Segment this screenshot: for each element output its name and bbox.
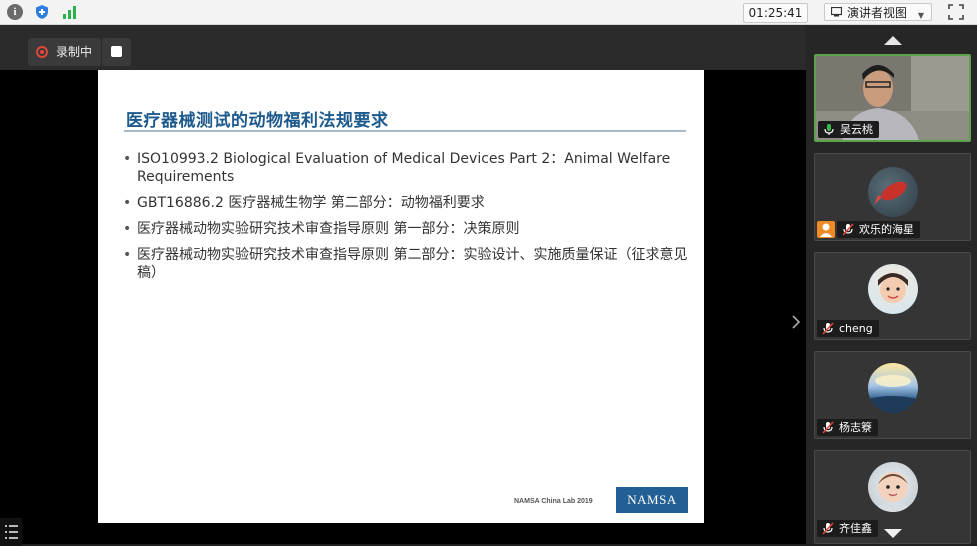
presenter-view-icon — [831, 7, 842, 17]
recording-indicator[interactable]: 录制中 — [28, 38, 101, 66]
avatar-badge — [817, 221, 835, 238]
bullet-item: 医疗器械动物实验研究技术审查指导原则 第二部分：实验设计、实施质量保证（征求意见… — [122, 246, 692, 282]
participant-name: cheng — [839, 322, 873, 335]
top-toolbar: i 01:25:41 演讲者视图 ▼ — [0, 0, 977, 25]
shared-screen-stage: 录制中 医疗器械测试的动物福利法规要求 ISO10993.2 Biologica… — [0, 25, 806, 546]
recording-label: 录制中 — [56, 45, 93, 59]
presentation-slide: 医疗器械测试的动物福利法规要求 ISO10993.2 Biological Ev… — [98, 70, 704, 523]
mic-muted-icon — [822, 421, 834, 434]
participant-tile[interactable]: 杨志簝 — [814, 351, 971, 439]
participant-name-tag: 杨志簝 — [817, 419, 878, 436]
list-menu-icon[interactable] — [0, 518, 22, 546]
baby-avatar-icon — [878, 472, 908, 512]
participant-tile[interactable]: 吴云桃 — [814, 54, 971, 142]
mic-muted-icon — [822, 322, 834, 335]
participant-name-tag: 齐佳鑫 — [817, 520, 878, 537]
stop-icon — [111, 46, 122, 57]
person-avatar-icon — [878, 273, 908, 303]
meeting-timer: 01:25:41 — [743, 3, 808, 23]
shield-icon[interactable] — [34, 4, 50, 20]
participant-name: 吴云桃 — [840, 123, 873, 136]
user-icon — [820, 223, 832, 237]
fish-avatar-icon — [874, 181, 907, 205]
signal-strength-icon[interactable] — [62, 4, 78, 20]
slide-footer: NAMSA China Lab 2019 — [514, 498, 593, 505]
mic-muted-icon — [842, 223, 854, 236]
participant-tile[interactable]: cheng — [814, 252, 971, 340]
participant-sidebar: 吴云桃 欢乐的海星 cheng 杨志簝 齐佳鑫 — [806, 25, 977, 544]
info-icon[interactable]: i — [7, 4, 23, 20]
slide-bullet-list: ISO10993.2 Biological Evaluation of Medi… — [122, 150, 692, 290]
title-divider — [124, 130, 686, 132]
slide-title: 医疗器械测试的动物福利法规要求 — [126, 111, 389, 131]
participant-name-tag: 欢乐的海星 — [837, 221, 920, 238]
scroll-down-icon[interactable] — [884, 529, 902, 538]
participant-name: 欢乐的海星 — [859, 223, 914, 236]
chevron-down-icon: ▼ — [917, 11, 924, 20]
avatar — [868, 462, 918, 512]
participant-name-tag: 吴云桃 — [818, 121, 879, 138]
avatar — [868, 363, 918, 413]
namsa-logo: NAMSA — [616, 487, 688, 513]
participant-name: 杨志簝 — [839, 421, 872, 434]
fullscreen-icon[interactable] — [948, 4, 964, 20]
presenter-view-label: 演讲者视图 — [847, 6, 908, 20]
mic-muted-icon — [822, 522, 834, 535]
participant-name: 齐佳鑫 — [839, 522, 872, 535]
avatar — [868, 264, 918, 314]
chevron-right-icon[interactable] — [790, 315, 802, 329]
record-icon — [36, 46, 48, 58]
bullet-item: ISO10993.2 Biological Evaluation of Medi… — [122, 150, 692, 186]
microphone-icon — [824, 124, 834, 135]
participant-name-tag: cheng — [817, 320, 879, 337]
scroll-up-icon[interactable] — [884, 36, 902, 45]
avatar — [868, 167, 918, 217]
stop-recording-button[interactable] — [102, 38, 131, 66]
participant-tile[interactable]: 欢乐的海星 — [814, 153, 971, 241]
presenter-view-dropdown[interactable]: 演讲者视图 ▼ — [824, 3, 932, 21]
bullet-item: GBT16886.2 医疗器械生物学 第二部分：动物福利要求 — [122, 194, 692, 212]
landscape-avatar-icon — [868, 375, 918, 413]
bullet-item: 医疗器械动物实验研究技术审查指导原则 第一部分：决策原则 — [122, 220, 692, 238]
